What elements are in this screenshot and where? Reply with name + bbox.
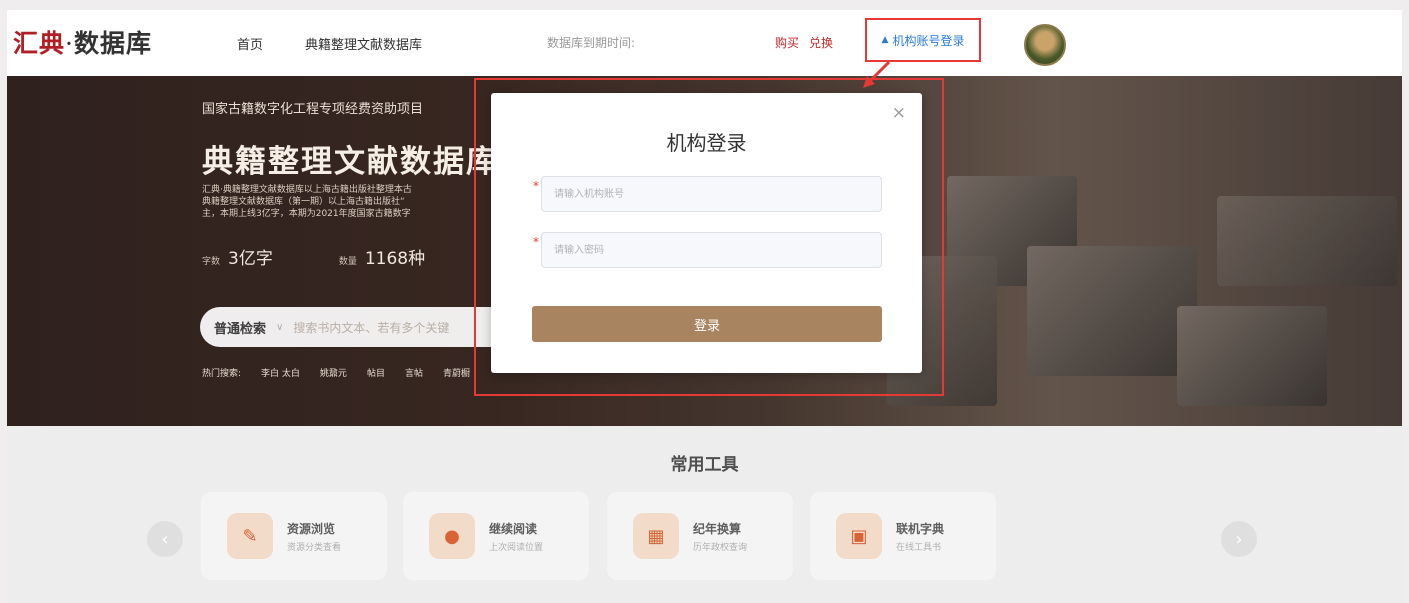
redeem-link[interactable]: 兑换	[809, 34, 833, 51]
page: 汇典·数据库 首页 典籍整理文献数据库 数据库到期时间: 购买 兑换 ▲ 机构账…	[7, 10, 1402, 603]
buy-link[interactable]: 购买	[775, 34, 799, 51]
user-icon: ▲	[881, 35, 889, 45]
expire-time-label: 数据库到期时间:	[547, 36, 636, 50]
nav-database-link[interactable]: 典籍整理文献数据库	[305, 34, 422, 53]
institution-login-label: 机构账号登录	[892, 33, 965, 48]
site-logo[interactable]: 汇典·数据库	[13, 24, 152, 60]
annotation-highlight-box	[474, 78, 944, 396]
nav-home-link[interactable]: 首页	[237, 34, 263, 53]
annotation-arrow-icon	[863, 60, 891, 88]
institution-login-button[interactable]: ▲ 机构账号登录	[865, 18, 981, 62]
screenshot-frame: 汇典·数据库 首页 典籍整理文献数据库 数据库到期时间: 购买 兑换 ▲ 机构账…	[0, 0, 1409, 603]
avatar[interactable]	[1024, 24, 1066, 66]
logo-main: 汇典	[13, 29, 66, 58]
top-header: 汇典·数据库 首页 典籍整理文献数据库 数据库到期时间: 购买 兑换 ▲ 机构账…	[7, 10, 1402, 76]
logo-rest: 数据库	[73, 29, 152, 58]
logo-dot: ·	[65, 29, 74, 58]
